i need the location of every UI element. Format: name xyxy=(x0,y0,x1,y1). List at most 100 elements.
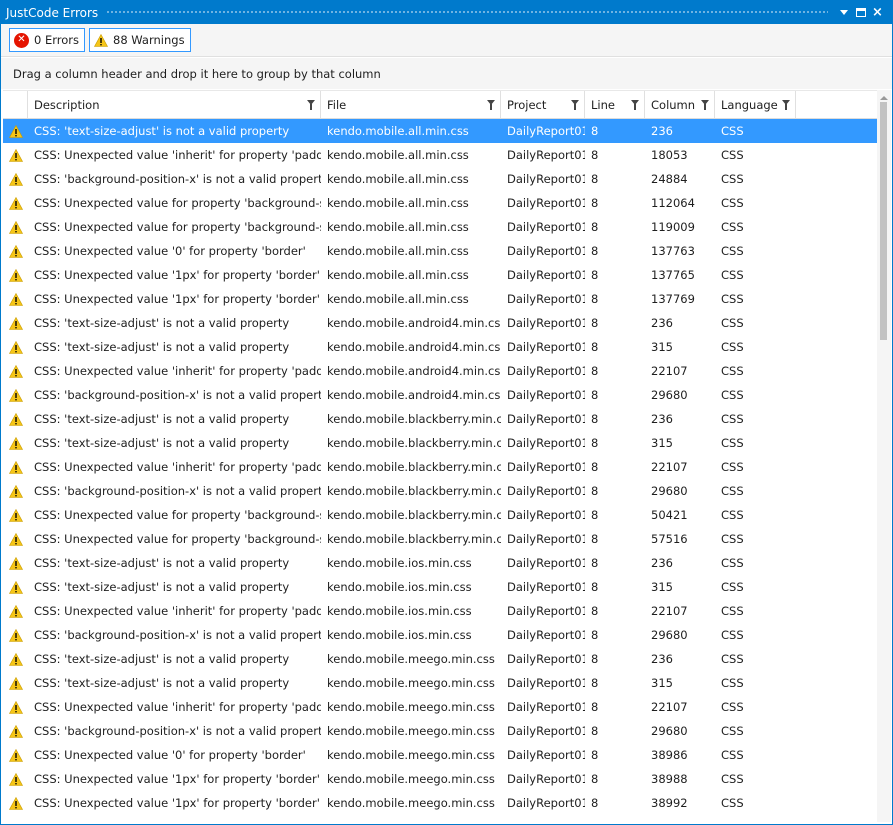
column-header-line[interactable]: Line xyxy=(585,91,645,118)
column-header-language[interactable]: Language xyxy=(715,91,796,118)
table-row[interactable]: CSS: Unexpected value for property 'back… xyxy=(3,215,877,239)
table-row[interactable]: CSS: Unexpected value '1px' for property… xyxy=(3,791,877,815)
table-row[interactable]: CSS: Unexpected value '0' for property '… xyxy=(3,239,877,263)
error-icon: ✕ xyxy=(14,32,29,48)
errors-filter-button[interactable]: ✕ 0 Errors xyxy=(9,28,85,52)
group-by-drop-area[interactable]: Drag a column header and drop it here to… xyxy=(1,58,892,89)
drag-grip[interactable] xyxy=(106,10,828,15)
column-header-column[interactable]: Column xyxy=(645,91,715,118)
warning-icon xyxy=(8,652,23,666)
cell-project: DailyReport01 xyxy=(507,676,585,690)
filter-icon[interactable] xyxy=(307,100,315,110)
cell-description: CSS: Unexpected value 'inherit' for prop… xyxy=(34,364,321,378)
table-row[interactable]: CSS: 'text-size-adjust' is not a valid p… xyxy=(3,311,877,335)
filter-icon[interactable] xyxy=(631,100,639,110)
cell-language: CSS xyxy=(721,172,744,186)
maximize-icon[interactable] xyxy=(853,5,868,20)
cell-column: 236 xyxy=(651,412,673,426)
table-row[interactable]: CSS: Unexpected value 'inherit' for prop… xyxy=(3,455,877,479)
cell-line: 8 xyxy=(591,340,599,354)
table-row[interactable]: CSS: 'background-position-x' is not a va… xyxy=(3,719,877,743)
filter-icon[interactable] xyxy=(487,100,495,110)
cell-language: CSS xyxy=(721,772,744,786)
table-row[interactable]: CSS: 'background-position-x' is not a va… xyxy=(3,167,877,191)
column-header-project[interactable]: Project xyxy=(501,91,585,118)
warning-icon xyxy=(8,460,23,474)
cell-file: kendo.mobile.all.min.css xyxy=(327,292,469,306)
filter-icon[interactable] xyxy=(571,100,579,110)
cell-language: CSS xyxy=(721,436,744,450)
cell-column: 137765 xyxy=(651,268,695,282)
cell-line: 8 xyxy=(591,748,599,762)
table-row[interactable]: CSS: 'text-size-adjust' is not a valid p… xyxy=(3,647,877,671)
table-row[interactable]: CSS: 'background-position-x' is not a va… xyxy=(3,383,877,407)
window-menu-dropdown-icon[interactable] xyxy=(836,5,851,20)
cell-file: kendo.mobile.android4.min.css xyxy=(327,340,501,354)
table-row[interactable]: CSS: 'text-size-adjust' is not a valid p… xyxy=(3,407,877,431)
cell-line: 8 xyxy=(591,220,599,234)
close-icon[interactable]: × xyxy=(870,5,885,20)
cell-description: CSS: Unexpected value for property 'back… xyxy=(34,196,321,210)
title-buttons: × xyxy=(836,5,887,20)
table-row[interactable]: CSS: Unexpected value 'inherit' for prop… xyxy=(3,143,877,167)
table-row[interactable]: CSS: 'text-size-adjust' is not a valid p… xyxy=(3,119,877,143)
table-row[interactable]: CSS: Unexpected value for property 'back… xyxy=(3,191,877,215)
table-row[interactable]: CSS: Unexpected value 'inherit' for prop… xyxy=(3,695,877,719)
grid-header: Description File Project Line Column Lan… xyxy=(3,90,877,119)
table-row[interactable]: CSS: Unexpected value for property 'back… xyxy=(3,503,877,527)
cell-line: 8 xyxy=(591,628,599,642)
cell-column: 22107 xyxy=(651,700,688,714)
warnings-count-label: 88 Warnings xyxy=(113,33,185,47)
cell-column: 236 xyxy=(651,316,673,330)
table-row[interactable]: CSS: 'text-size-adjust' is not a valid p… xyxy=(3,671,877,695)
cell-language: CSS xyxy=(721,604,744,618)
table-row[interactable]: CSS: Unexpected value '0' for property '… xyxy=(3,743,877,767)
warning-icon xyxy=(8,604,23,618)
table-row[interactable]: CSS: 'text-size-adjust' is not a valid p… xyxy=(3,551,877,575)
title-bar[interactable]: JustCode Errors × xyxy=(1,1,892,24)
cell-file: kendo.mobile.all.min.css xyxy=(327,148,469,162)
table-row[interactable]: CSS: Unexpected value 'inherit' for prop… xyxy=(3,359,877,383)
cell-file: kendo.mobile.ios.min.css xyxy=(327,556,472,570)
justcode-errors-window: JustCode Errors × ✕ 0 Errors 88 Warnings… xyxy=(0,0,893,825)
warning-icon xyxy=(8,676,23,690)
vertical-scrollbar[interactable] xyxy=(877,90,891,822)
cell-column: 315 xyxy=(651,580,673,594)
warning-icon xyxy=(8,556,23,570)
column-header-description[interactable]: Description xyxy=(28,91,321,118)
warning-icon xyxy=(8,220,23,234)
warning-icon xyxy=(8,172,23,186)
warnings-filter-button[interactable]: 88 Warnings xyxy=(89,28,191,52)
scroll-up-arrow-icon[interactable] xyxy=(880,96,888,100)
cell-project: DailyReport01 xyxy=(507,148,585,162)
cell-language: CSS xyxy=(721,316,744,330)
cell-line: 8 xyxy=(591,316,599,330)
column-header-file[interactable]: File xyxy=(321,91,501,118)
table-row[interactable]: CSS: 'text-size-adjust' is not a valid p… xyxy=(3,431,877,455)
filter-icon[interactable] xyxy=(782,100,790,110)
cell-language: CSS xyxy=(721,700,744,714)
table-row[interactable]: CSS: 'text-size-adjust' is not a valid p… xyxy=(3,575,877,599)
table-row[interactable]: CSS: 'background-position-x' is not a va… xyxy=(3,479,877,503)
cell-description: CSS: Unexpected value 'inherit' for prop… xyxy=(34,460,321,474)
cell-line: 8 xyxy=(591,148,599,162)
cell-description: CSS: 'text-size-adjust' is not a valid p… xyxy=(34,316,290,330)
table-row[interactable]: CSS: Unexpected value '1px' for property… xyxy=(3,263,877,287)
cell-column: 29680 xyxy=(651,724,688,738)
cell-description: CSS: Unexpected value 'inherit' for prop… xyxy=(34,604,321,618)
table-row[interactable]: CSS: Unexpected value '1px' for property… xyxy=(3,767,877,791)
table-row[interactable]: CSS: Unexpected value for property 'back… xyxy=(3,527,877,551)
table-row[interactable]: CSS: 'text-size-adjust' is not a valid p… xyxy=(3,335,877,359)
table-row[interactable]: CSS: 'background-position-x' is not a va… xyxy=(3,623,877,647)
table-row[interactable]: CSS: Unexpected value 'inherit' for prop… xyxy=(3,599,877,623)
warning-icon xyxy=(8,436,23,450)
cell-project: DailyReport01 xyxy=(507,580,585,594)
cell-language: CSS xyxy=(721,340,744,354)
cell-column: 50421 xyxy=(651,508,688,522)
cell-column: 315 xyxy=(651,676,673,690)
filter-icon[interactable] xyxy=(701,100,709,110)
cell-description: CSS: Unexpected value '1px' for property… xyxy=(34,772,320,786)
scrollbar-thumb[interactable] xyxy=(880,102,887,340)
cell-column: 24884 xyxy=(651,172,688,186)
table-row[interactable]: CSS: Unexpected value '1px' for property… xyxy=(3,287,877,311)
